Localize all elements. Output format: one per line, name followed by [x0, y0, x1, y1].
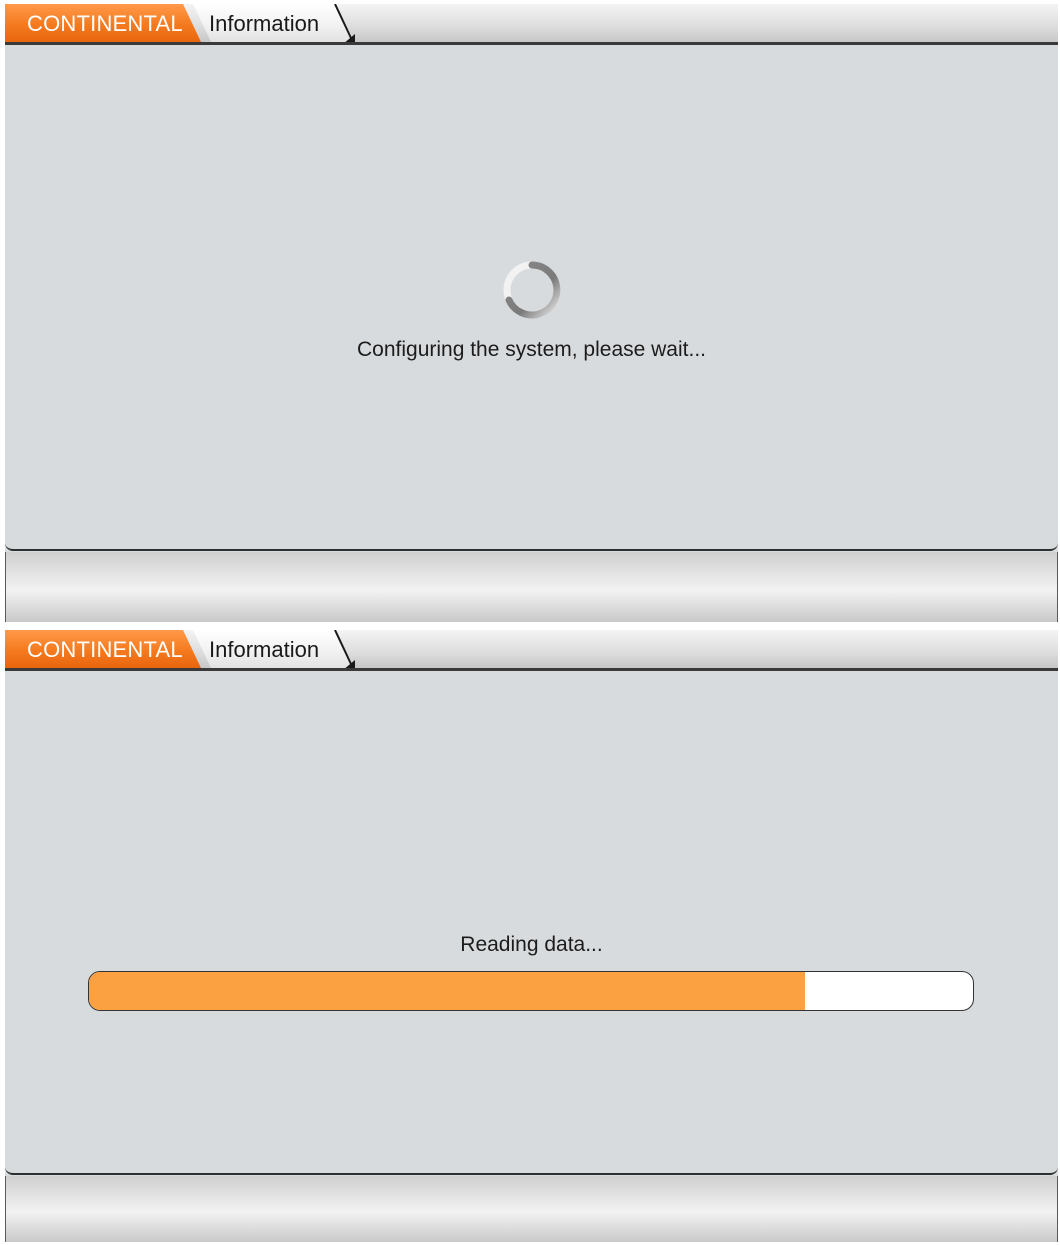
content-panel: Reading data... — [5, 671, 1058, 1175]
tab-information-label: Information — [209, 11, 320, 36]
tab-bar: CONTINENTAL Information — [5, 4, 1058, 45]
tab-brand[interactable]: CONTINENTAL — [5, 630, 201, 668]
bottom-toolbar — [5, 552, 1058, 622]
tab-edge-divider — [334, 4, 355, 44]
tab-brand-label: CONTINENTAL — [27, 11, 183, 36]
progress-bar-fill — [89, 972, 806, 1010]
tab-edge-divider — [334, 630, 355, 670]
content-panel: Configuring the system, please wait... — [5, 45, 1058, 551]
tab-brand-label: CONTINENTAL — [27, 637, 183, 662]
progress-bar — [88, 971, 974, 1011]
tab-brand[interactable]: CONTINENTAL — [5, 4, 201, 42]
bottom-toolbar — [5, 1176, 1058, 1242]
status-message: Reading data... — [460, 933, 603, 956]
loading-spinner-icon — [503, 261, 561, 319]
status-message: Configuring the system, please wait... — [356, 338, 706, 361]
tab-information-label: Information — [209, 637, 320, 662]
screen-configuring: CONTINENTAL Information Configuring the … — [5, 4, 1058, 622]
tab-bar: CONTINENTAL Information — [5, 630, 1058, 671]
screen-reading-data: CONTINENTAL Information Reading data... — [5, 630, 1058, 1242]
